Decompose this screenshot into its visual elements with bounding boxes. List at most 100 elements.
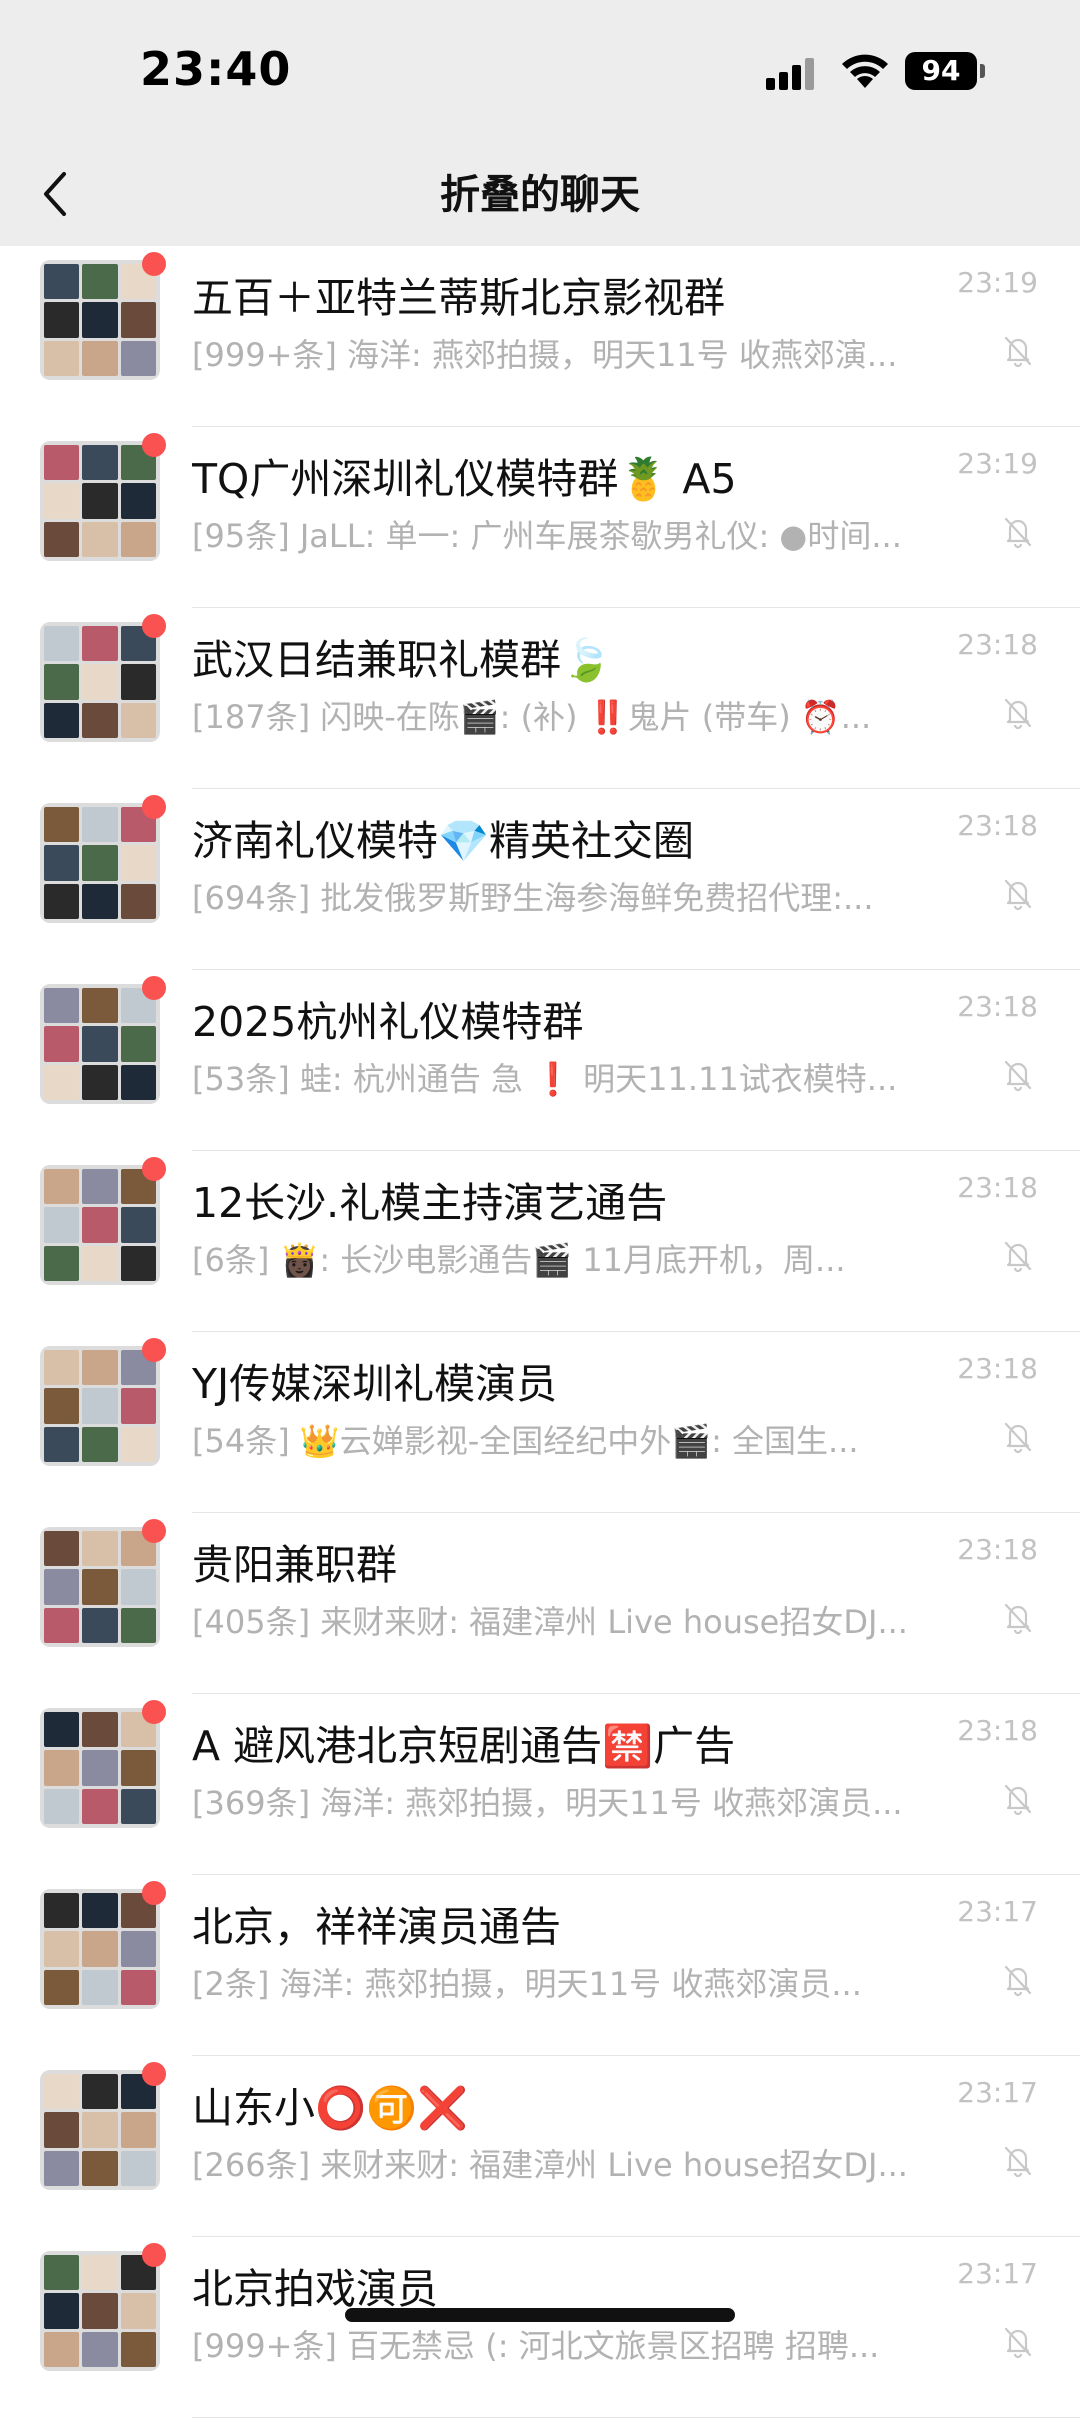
avatar-tile bbox=[82, 1712, 118, 1748]
avatar-tile bbox=[44, 1969, 80, 2005]
unread-dot bbox=[142, 976, 166, 1000]
avatar-tile bbox=[82, 521, 118, 557]
home-indicator[interactable] bbox=[345, 2308, 735, 2322]
chat-list-item[interactable]: YJ传媒深圳礼模演员 [54条] 👑云婵影视-全国经纪中外🎬: 全国生... 23:… bbox=[0, 1332, 1080, 1513]
avatar-tile bbox=[82, 483, 118, 519]
chat-time: 23:18 bbox=[957, 628, 1038, 661]
avatar-tile bbox=[120, 2331, 156, 2367]
avatar-tile bbox=[44, 664, 80, 700]
avatar-tile bbox=[120, 1245, 156, 1281]
chat-list-item[interactable]: 贵阳兼职群 [405条] 来财来财: 福建漳州 Live house招女DJ...… bbox=[0, 1513, 1080, 1694]
chat-name: 北京，祥祥演员通告 bbox=[192, 1903, 561, 1951]
avatar-tile bbox=[44, 2255, 80, 2291]
avatar-tile bbox=[120, 483, 156, 519]
chat-time: 23:18 bbox=[957, 1714, 1038, 1747]
chat-preview: [405条] 来财来财: 福建漳州 Live house招女DJ... bbox=[192, 1603, 908, 1641]
avatar-tile bbox=[82, 1969, 118, 2005]
chat-time: 23:18 bbox=[957, 1352, 1038, 1385]
unread-dot bbox=[142, 2243, 166, 2267]
avatar-tile bbox=[120, 1931, 156, 1967]
unread-dot bbox=[142, 433, 166, 457]
chat-list-item[interactable]: 山东小⭕🉑❌ [266条] 来财来财: 福建漳州 Live house招女DJ..… bbox=[0, 2056, 1080, 2237]
chat-time: 23:18 bbox=[957, 1533, 1038, 1566]
avatar-tile bbox=[44, 883, 80, 919]
chat-preview: [694条] 批发俄罗斯野生海参海鲜免费招代理:... bbox=[192, 879, 874, 917]
avatar-tile bbox=[44, 1569, 80, 1605]
group-avatar[interactable] bbox=[40, 803, 160, 923]
avatar-tile bbox=[44, 1712, 80, 1748]
chat-list-item[interactable]: 北京拍戏演员 [999+条] 百无禁忌 (: 河北文旅景区招聘 招聘... 23:1… bbox=[0, 2237, 1080, 2418]
status-bar: 23:40 94 bbox=[0, 0, 1080, 140]
group-avatar[interactable] bbox=[40, 984, 160, 1104]
group-avatar[interactable] bbox=[40, 1165, 160, 1285]
avatar-tile bbox=[82, 845, 118, 881]
group-avatar[interactable] bbox=[40, 441, 160, 561]
avatar-tile bbox=[82, 445, 118, 481]
avatar-tile bbox=[44, 445, 80, 481]
avatar-tile bbox=[82, 988, 118, 1024]
unread-dot bbox=[142, 1519, 166, 1543]
avatar-tile bbox=[120, 845, 156, 881]
group-avatar[interactable] bbox=[40, 2251, 160, 2371]
group-avatar[interactable] bbox=[40, 622, 160, 742]
chat-preview: [95条] JaLL: 单一: 广州车展茶歇男礼仪: ●时间... bbox=[192, 517, 902, 555]
chat-list-item[interactable]: TQ广州深圳礼仪模特群🍍 A5 [95条] JaLL: 单一: 广州车展茶歇男礼仪… bbox=[0, 427, 1080, 608]
avatar-tile bbox=[44, 845, 80, 881]
chat-name: 济南礼仪模特💎精英社交圈 bbox=[192, 817, 695, 865]
avatar-tile bbox=[120, 302, 156, 338]
avatar-tile bbox=[44, 2150, 80, 2186]
chat-list-item[interactable]: 五百＋亚特兰蒂斯北京影视群 [999+条] 海洋: 燕郊拍摄，明天11号 收燕郊演… bbox=[0, 246, 1080, 427]
avatar-tile bbox=[82, 1607, 118, 1643]
unread-dot bbox=[142, 795, 166, 819]
avatar-tile bbox=[44, 1350, 80, 1386]
chat-list-item[interactable]: 12长沙.礼模主持演艺通告 [6条] 👸🏿: 长沙电影通告🎬 11月底开机，周..… bbox=[0, 1151, 1080, 1332]
avatar-tile bbox=[120, 1607, 156, 1643]
avatar-tile bbox=[82, 1026, 118, 1062]
chat-list-item[interactable]: A 避风港北京短剧通告🈲广告 [369条] 海洋: 燕郊拍摄，明天11号 收燕郊演… bbox=[0, 1694, 1080, 1875]
chat-name: 山东小⭕🉑❌ bbox=[192, 2084, 469, 2132]
avatar-tile bbox=[120, 1750, 156, 1786]
avatar-tile bbox=[44, 2074, 80, 2110]
chat-time: 23:18 bbox=[957, 1171, 1038, 1204]
avatar-tile bbox=[82, 1426, 118, 1462]
group-avatar[interactable] bbox=[40, 1889, 160, 2009]
avatar-tile bbox=[120, 1207, 156, 1243]
chat-list-item[interactable]: 武汉日结兼职礼模群🍃 [187条] 闪映-在陈🎬: (补) ‼️鬼片 (带车) ⏰… bbox=[0, 608, 1080, 789]
group-avatar[interactable] bbox=[40, 2070, 160, 2190]
avatar-tile bbox=[82, 302, 118, 338]
avatar-tile bbox=[44, 1607, 80, 1643]
group-avatar[interactable] bbox=[40, 1708, 160, 1828]
chat-list-item[interactable]: 2025杭州礼仪模特群 [53条] 蛙: 杭州通告 急 ❗ 明天11.11试衣模特… bbox=[0, 970, 1080, 1151]
avatar-tile bbox=[120, 664, 156, 700]
avatar-tile bbox=[82, 626, 118, 662]
avatar-tile bbox=[120, 2112, 156, 2148]
chat-list-item[interactable]: 济南礼仪模特💎精英社交圈 [694条] 批发俄罗斯野生海参海鲜免费招代理:... 2… bbox=[0, 789, 1080, 970]
group-avatar[interactable] bbox=[40, 260, 160, 380]
chat-name: 2025杭州礼仪模特群 bbox=[192, 998, 584, 1046]
avatar-tile bbox=[44, 1531, 80, 1567]
chat-list-item[interactable]: 北京，祥祥演员通告 [2条] 海洋: 燕郊拍摄，明天11号 收燕郊演员... 23:… bbox=[0, 1875, 1080, 2056]
avatar-tile bbox=[120, 1788, 156, 1824]
chat-name: YJ传媒深圳礼模演员 bbox=[192, 1360, 558, 1408]
avatar-tile bbox=[44, 1893, 80, 1929]
avatar-tile bbox=[120, 1426, 156, 1462]
chat-preview: [187条] 闪映-在陈🎬: (补) ‼️鬼片 (带车) ⏰... bbox=[192, 698, 872, 736]
avatar-tile bbox=[82, 1207, 118, 1243]
chat-preview: [266条] 来财来财: 福建漳州 Live house招女DJ... bbox=[192, 2146, 908, 2184]
avatar-tile bbox=[82, 2293, 118, 2329]
avatar-tile bbox=[82, 1788, 118, 1824]
muted-bell-icon bbox=[1004, 879, 1032, 911]
chat-time: 23:18 bbox=[957, 809, 1038, 842]
group-avatar[interactable] bbox=[40, 1346, 160, 1466]
avatar-tile bbox=[82, 1931, 118, 1967]
avatar-tile bbox=[82, 2150, 118, 2186]
avatar-tile bbox=[44, 521, 80, 557]
avatar-tile bbox=[120, 702, 156, 738]
muted-bell-icon bbox=[1004, 1603, 1032, 1635]
group-avatar[interactable] bbox=[40, 1527, 160, 1647]
avatar-tile bbox=[44, 2112, 80, 2148]
muted-bell-icon bbox=[1004, 1965, 1032, 1997]
avatar-tile bbox=[44, 340, 80, 376]
avatar-tile bbox=[82, 1569, 118, 1605]
chat-preview: [369条] 海洋: 燕郊拍摄，明天11号 收燕郊演员... bbox=[192, 1784, 903, 1822]
